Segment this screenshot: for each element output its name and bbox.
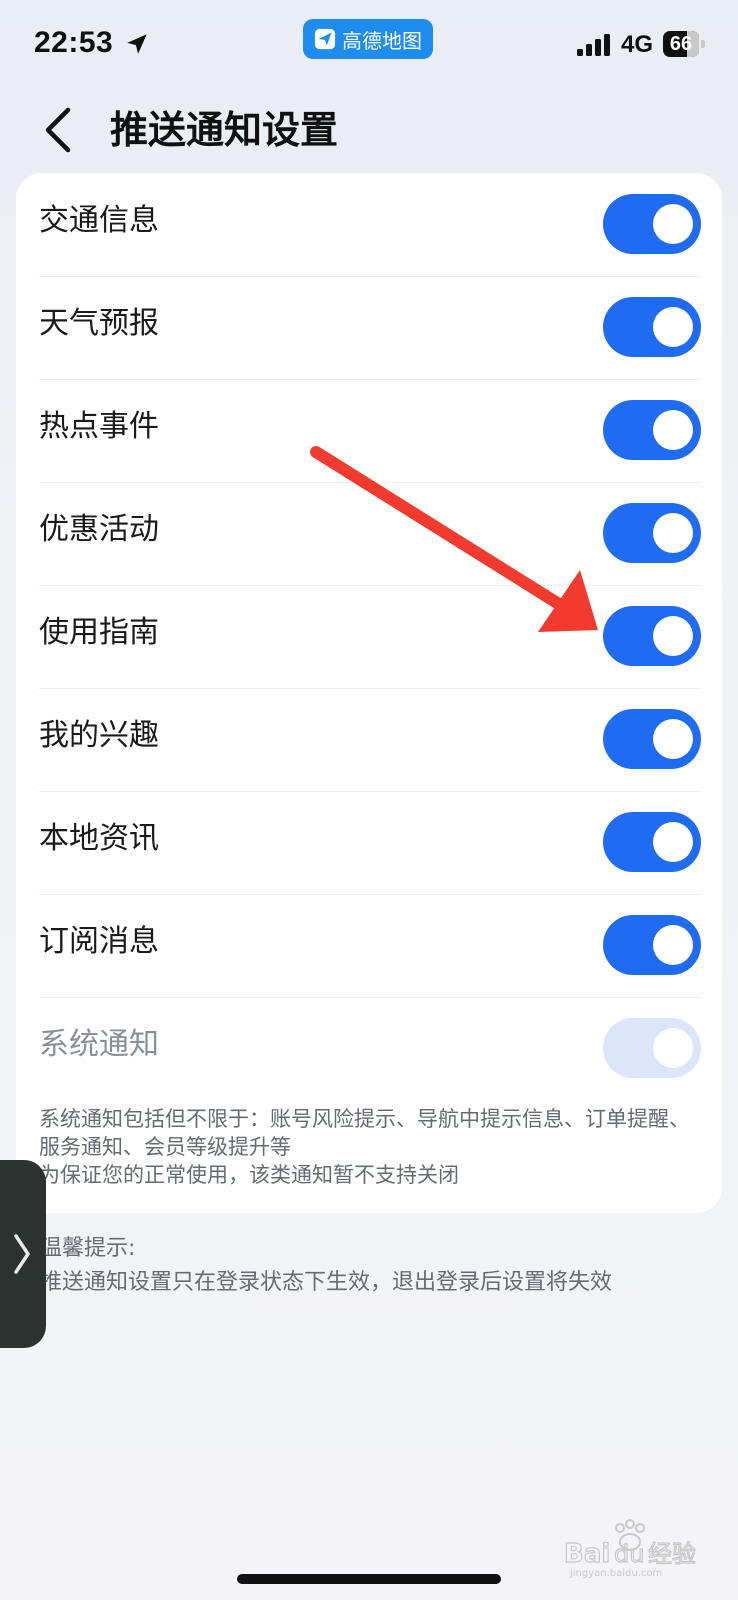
cellular-signal-icon [577, 34, 610, 56]
setting-row-local-news: 本地资讯 [39, 791, 701, 895]
svg-text:jingyan.baidu.com: jingyan.baidu.com [569, 1568, 662, 1578]
page-title: 推送通知设置 [110, 108, 339, 152]
svg-text:du: du [614, 1540, 644, 1568]
toggle-knob [653, 410, 693, 450]
settings-card: 交通信息 天气预报 热点事件 优惠活动 使用指南 我的兴趣 本地资讯 订阅消息 … [16, 173, 722, 1213]
setting-label: 优惠活动 [39, 512, 159, 547]
toggle-knob [653, 513, 693, 553]
status-time: 22:53 [34, 26, 114, 59]
chevron-right-icon [14, 1234, 30, 1274]
toggle-knob [653, 616, 693, 656]
setting-label: 热点事件 [39, 409, 159, 444]
location-arrow-icon [127, 34, 147, 54]
toggle-local-news[interactable] [603, 812, 701, 872]
tips-section: 温馨提示: 推送通知设置只在登录状态下生效，退出登录后设置将失效 [40, 1232, 720, 1300]
toggle-knob [653, 925, 693, 965]
network-type: 4G [621, 31, 654, 58]
setting-label: 订阅消息 [39, 924, 159, 959]
note-line: 为保证您的正常使用，该类通知暂不支持关闭 [39, 1163, 459, 1187]
setting-label: 使用指南 [39, 615, 159, 650]
baidu-jingyan-watermark: Bai du 经验 jingyan.baidu.com [564, 1519, 697, 1578]
setting-row-my-interests: 我的兴趣 [39, 688, 701, 792]
setting-row-weather-forecast: 天气预报 [39, 276, 701, 380]
system-notification-note: 系统通知包括但不限于：账号风险提示、导航中提示信息、订单提醒、服务通知、会员等级… [39, 1105, 709, 1189]
setting-label: 我的兴趣 [39, 718, 159, 753]
red-arrow-annotation [310, 446, 598, 632]
battery-indicator: 66 [663, 31, 705, 57]
return-to-app-pill[interactable]: 高德地图 [303, 19, 433, 59]
setting-row-traffic-info: 交通信息 [39, 173, 701, 277]
setting-label: 天气预报 [39, 306, 159, 341]
setting-label: 本地资讯 [39, 821, 159, 856]
tips-heading: 温馨提示: [40, 1236, 136, 1261]
toggle-knob [653, 204, 693, 244]
toggle-traffic-info[interactable] [603, 194, 701, 254]
toggle-my-interests[interactable] [603, 709, 701, 769]
status-bar: 22:53 高德地图 4G 66 [0, 0, 738, 90]
amap-logo-icon [314, 28, 336, 50]
home-indicator[interactable] [237, 1574, 501, 1584]
toggle-knob [653, 719, 693, 759]
svg-text:经验: 经验 [648, 1540, 696, 1568]
toggle-knob [653, 307, 693, 347]
tips-body: 推送通知设置只在登录状态下生效，退出登录后设置将失效 [40, 1270, 613, 1295]
toggle-knob [653, 1028, 693, 1068]
toggle-weather-forecast[interactable] [603, 297, 701, 357]
app-pill-label: 高德地图 [342, 28, 422, 53]
setting-row-system-notifications: 系统通知 [39, 997, 701, 1100]
setting-row-subscriptions: 订阅消息 [39, 894, 701, 998]
setting-label: 系统通知 [39, 1027, 159, 1062]
toggle-subscriptions[interactable] [603, 915, 701, 975]
note-line: 系统通知包括但不限于：账号风险提示、导航中提示信息、订单提醒、服务通知、会员等级… [39, 1107, 690, 1159]
battery-percent: 66 [669, 33, 693, 55]
svg-text:Bai: Bai [564, 1539, 610, 1569]
side-expand-handle[interactable] [0, 1160, 46, 1348]
setting-label: 交通信息 [39, 203, 159, 238]
back-button[interactable] [36, 102, 82, 158]
toggle-knob [653, 822, 693, 862]
toggle-system-notifications [603, 1018, 701, 1078]
